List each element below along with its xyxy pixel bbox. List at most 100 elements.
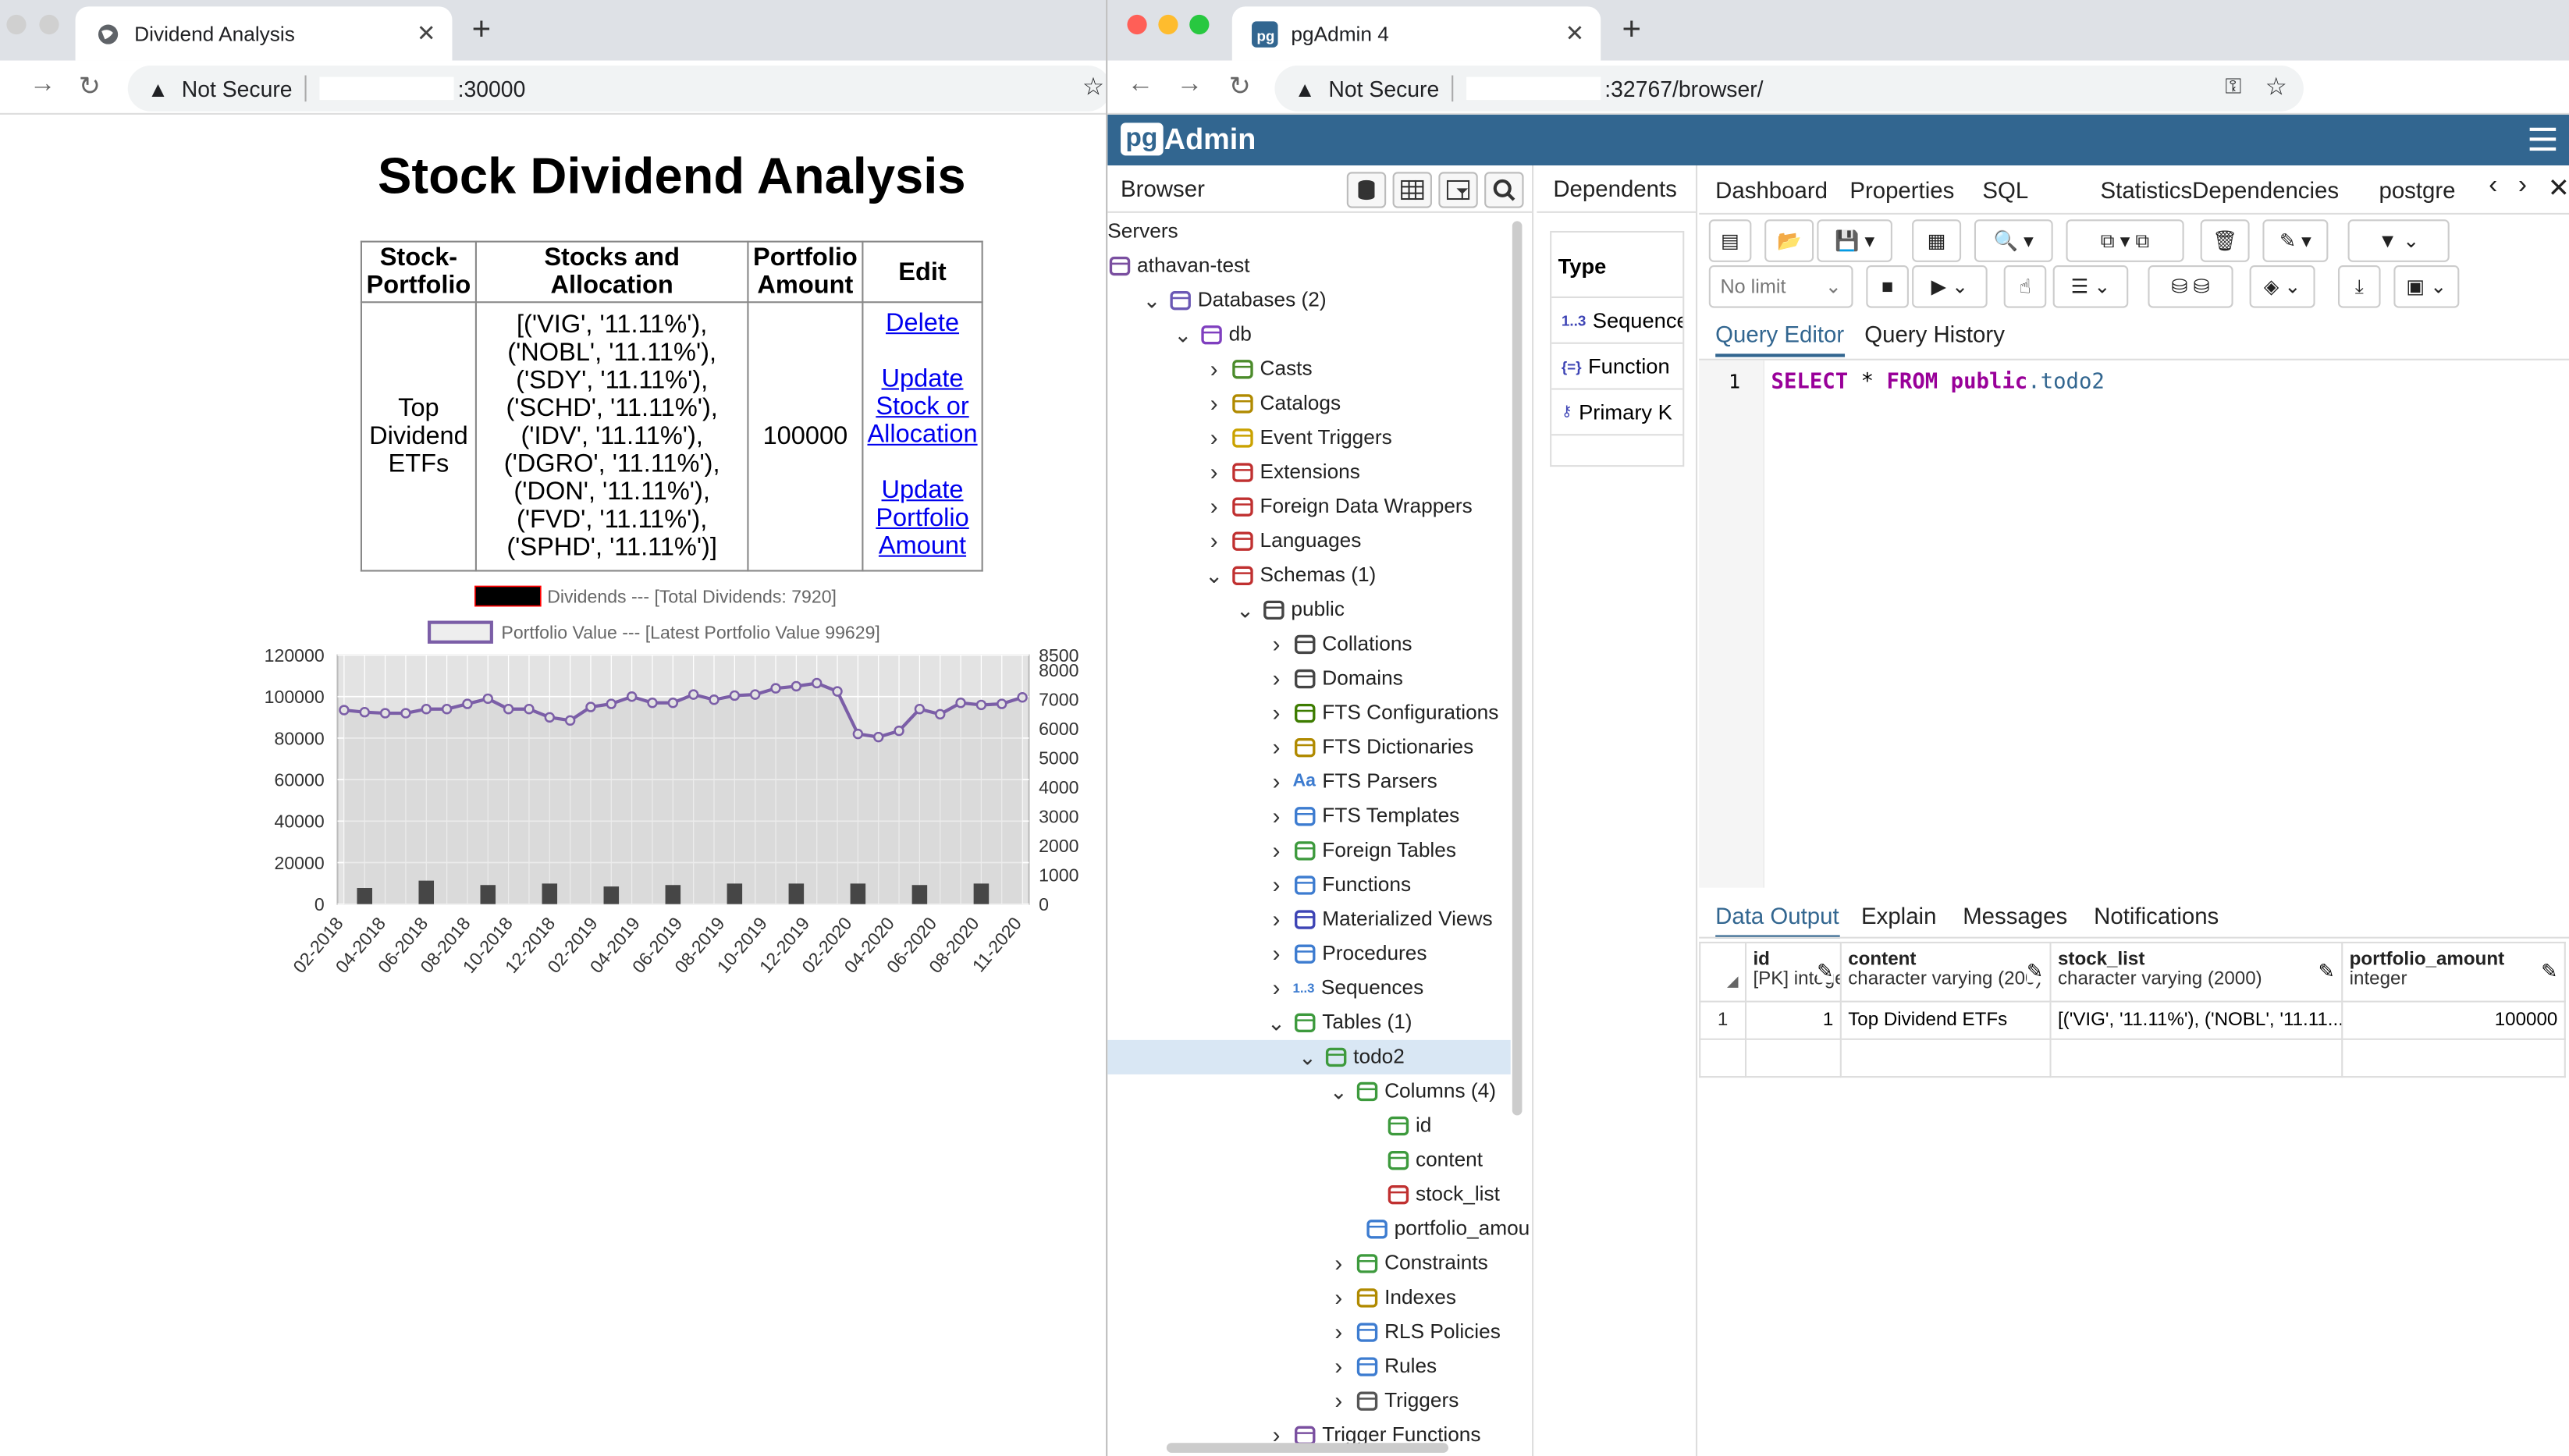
forward-icon[interactable]: → (1176, 70, 1203, 100)
chevron-left-icon[interactable]: ‹ (2489, 172, 2497, 201)
tree-item[interactable]: › Aa FTS Parsers (1107, 765, 1510, 799)
back-icon[interactable]: ← (1127, 70, 1153, 100)
chevron-right-icon[interactable]: › (1267, 937, 1286, 971)
tree-item[interactable]: › FTS Configurations (1107, 696, 1510, 730)
grid-cell[interactable]: 1 (1699, 1000, 1747, 1040)
column-header-stock-list[interactable]: stock_list character varying (2000) ✎ (2049, 941, 2343, 1003)
chevron-right-icon[interactable]: › (1329, 1350, 1348, 1384)
tree-item[interactable]: ⌄ public (1107, 593, 1510, 627)
chevron-right-icon[interactable]: › (1267, 868, 1286, 902)
tree-item[interactable]: › Constraints (1107, 1246, 1510, 1280)
new-tab-button[interactable]: + (1622, 12, 1642, 49)
tab-pgadmin[interactable]: pg pgAdmin 4 ✕ (1231, 6, 1601, 61)
close-icon[interactable]: ✕ (2548, 172, 2569, 204)
search-icon[interactable] (1484, 172, 1524, 208)
chevron-right-icon[interactable]: › (1267, 903, 1286, 937)
tree-item[interactable]: ⌄ Schemas (1) (1107, 559, 1510, 593)
chevron-right-icon[interactable]: › (1329, 1315, 1348, 1349)
tab-properties[interactable]: Properties (1849, 177, 1954, 204)
zoom-window-button[interactable] (1189, 14, 1210, 35)
tree-item[interactable]: Servers (1107, 215, 1510, 249)
chevron-right-icon[interactable]: › (1204, 352, 1224, 386)
close-window-button[interactable] (1127, 14, 1147, 35)
tree-item[interactable]: content (1107, 1143, 1510, 1177)
grid-cell[interactable]: Top Dividend ETFs (1839, 1000, 2052, 1040)
clear-icon[interactable]: ◈ ⌄ (2249, 265, 2315, 308)
tree-item[interactable]: ⌄ todo2 (1107, 1039, 1511, 1074)
chevron-right-icon[interactable]: › (1204, 421, 1224, 455)
window-control[interactable] (6, 14, 27, 35)
copy-paste-icon[interactable]: ⧉ ▾ ⧉ (2066, 219, 2184, 262)
download-icon[interactable]: ⤓ (2337, 265, 2381, 308)
chevron-right-icon[interactable]: › (1267, 799, 1286, 833)
save-file-icon[interactable]: 💾 ▾ (1817, 219, 1892, 262)
delete-link[interactable]: Delete (867, 310, 979, 338)
query-tool-icon[interactable] (1346, 172, 1387, 208)
filtered-rows-icon[interactable] (1438, 172, 1478, 208)
tree-item[interactable]: › Foreign Tables (1107, 833, 1510, 868)
chart-legend[interactable]: Dividends --- [Total Dividends: 7920] Po… (427, 585, 880, 644)
explain-icon[interactable]: ☝ (2003, 265, 2047, 308)
chevron-right-icon[interactable]: › (1204, 386, 1224, 421)
chevron-right-icon[interactable]: › (1267, 696, 1286, 730)
database-icon[interactable]: ▤ (1708, 219, 1752, 262)
tree-item[interactable]: › Extensions (1107, 456, 1510, 490)
macros-icon[interactable]: ▣ ⌄ (2393, 265, 2460, 308)
tree-item[interactable]: › Languages (1107, 524, 1510, 559)
chevron-down-icon[interactable]: ⌄ (1329, 1074, 1348, 1109)
tree-item[interactable]: › Procedures (1107, 937, 1510, 971)
chevron-down-icon[interactable]: ⌄ (1235, 593, 1255, 627)
tree-item[interactable]: stock_list (1107, 1177, 1510, 1212)
tree-item[interactable]: › FTS Dictionaries (1107, 730, 1510, 765)
tree-item[interactable]: › Collations (1107, 627, 1510, 662)
chevron-right-icon[interactable]: › (1329, 1246, 1348, 1280)
tab-dashboard[interactable]: Dashboard (1715, 177, 1828, 204)
edit-grid-icon[interactable]: ▦ (1912, 219, 1962, 262)
column-header-portfolio-amount[interactable]: portfolio_amount integer ✎ (2341, 941, 2566, 1003)
tree-item[interactable]: athavan-test (1107, 249, 1510, 283)
tree-item[interactable]: › RLS Policies (1107, 1315, 1510, 1349)
sql-editor[interactable]: 1 SELECT * FROM public.todo2 (1699, 358, 2569, 888)
tree-scrollbar[interactable] (1512, 221, 1523, 1116)
tree-item[interactable]: › Catalogs (1107, 386, 1510, 421)
tree-item[interactable]: › Materialized Views (1107, 903, 1510, 937)
tree-item[interactable]: ⌄ db (1107, 318, 1510, 352)
column-header-id[interactable]: id [PK] intege ✎ (1744, 941, 1842, 1003)
chevron-right-icon[interactable]: › (1204, 524, 1224, 559)
chevron-right-icon[interactable]: › (1204, 456, 1224, 490)
chevron-right-icon[interactable]: › (1267, 662, 1286, 696)
find-icon[interactable]: 🔍 ▾ (1974, 219, 2053, 262)
stop-icon[interactable]: ■ (1866, 265, 1909, 308)
star-icon[interactable]: ☆ (1082, 72, 1104, 101)
grid-cell[interactable]: [('VIG', '11.11%'), ('NOBL', '11.11... (2049, 1000, 2343, 1040)
grid-cell[interactable]: 100000 (2341, 1000, 2566, 1040)
edit-icon[interactable]: ✎ ▾ (2262, 219, 2329, 262)
delete-icon[interactable]: 🗑 (2200, 219, 2250, 262)
star-icon[interactable]: ☆ (2265, 72, 2287, 101)
filter-icon[interactable]: ▼ ⌄ (2347, 219, 2450, 262)
chevron-down-icon[interactable]: ⌄ (1142, 283, 1161, 318)
tree-item[interactable]: › Domains (1107, 662, 1510, 696)
tab-dependents[interactable]: Dependents (1553, 176, 1677, 202)
close-icon[interactable]: ✕ (1565, 20, 1585, 48)
pgadmin-logo[interactable]: pg Admin (1121, 121, 1256, 157)
tree-item[interactable]: › Event Triggers (1107, 421, 1510, 455)
tree-item[interactable]: › 1..3 Sequences (1107, 971, 1510, 1006)
chevron-down-icon[interactable]: ⌄ (1298, 1040, 1317, 1074)
tree-item[interactable]: › Foreign Data Wrappers (1107, 490, 1510, 524)
tree-item[interactable]: › Functions (1107, 868, 1510, 902)
tab-dividend-analysis[interactable]: Dividend Analysis ✕ (75, 6, 453, 61)
tab-statistics[interactable]: Statistics (2101, 177, 2193, 204)
chevron-right-icon[interactable]: › (1267, 971, 1286, 1006)
view-data-icon[interactable] (1392, 172, 1432, 208)
explain-analyze-icon[interactable]: ☰ ⌄ (2052, 265, 2129, 308)
close-icon[interactable]: ✕ (417, 20, 436, 48)
update-amount-link[interactable]: Update Portfolio Amount (867, 477, 979, 560)
address-bar[interactable]: ▲ Not Secure :32767/browser/ ⚿ ☆ (1274, 65, 2304, 112)
tree-item[interactable]: ⌄ Databases (2) (1107, 283, 1510, 318)
forward-icon[interactable]: → (30, 70, 56, 100)
chevron-down-icon[interactable]: ⌄ (1204, 559, 1224, 593)
grid-cell[interactable]: 1 (1744, 1000, 1842, 1040)
chevron-right-icon[interactable]: › (1329, 1280, 1348, 1315)
table-row[interactable]: 1 1 Top Dividend ETFs [('VIG', '11.11%'), (… (1699, 1000, 2566, 1040)
